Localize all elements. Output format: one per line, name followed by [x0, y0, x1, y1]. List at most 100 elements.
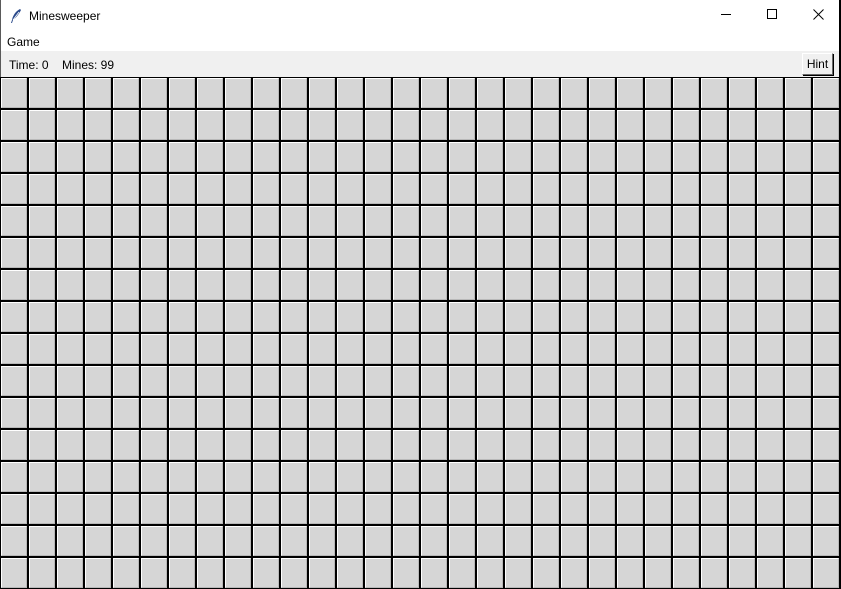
minefield-cell[interactable] — [813, 398, 839, 428]
minefield-cell[interactable] — [813, 110, 839, 140]
minefield-cell[interactable] — [449, 270, 475, 300]
minefield-cell[interactable] — [253, 174, 279, 204]
minefield-cell[interactable] — [645, 174, 671, 204]
minefield-cell[interactable] — [477, 462, 503, 492]
minefield-cell[interactable] — [29, 206, 55, 236]
minefield-cell[interactable] — [813, 494, 839, 524]
minefield-cell[interactable] — [449, 174, 475, 204]
minefield-cell[interactable] — [561, 110, 587, 140]
minefield-cell[interactable] — [309, 302, 335, 332]
minefield-cell[interactable] — [253, 206, 279, 236]
minefield-cell[interactable] — [729, 430, 755, 460]
minefield-cell[interactable] — [169, 334, 195, 364]
minefield-cell[interactable] — [1, 526, 27, 556]
minefield-cell[interactable] — [29, 494, 55, 524]
minefield-cell[interactable] — [505, 174, 531, 204]
minefield-cell[interactable] — [757, 558, 783, 588]
minefield-cell[interactable] — [85, 302, 111, 332]
minefield-cell[interactable] — [477, 142, 503, 172]
minefield-cell[interactable] — [505, 238, 531, 268]
minefield-cell[interactable] — [729, 558, 755, 588]
minefield-cell[interactable] — [365, 494, 391, 524]
minefield-cell[interactable] — [673, 302, 699, 332]
minefield-cell[interactable] — [673, 142, 699, 172]
minefield-cell[interactable] — [505, 270, 531, 300]
minefield-cell[interactable] — [57, 526, 83, 556]
minefield-cell[interactable] — [673, 526, 699, 556]
minefield-cell[interactable] — [785, 270, 811, 300]
minefield-cell[interactable] — [589, 174, 615, 204]
minefield-cell[interactable] — [757, 238, 783, 268]
minefield-cell[interactable] — [645, 238, 671, 268]
minefield-cell[interactable] — [253, 270, 279, 300]
minefield-cell[interactable] — [337, 558, 363, 588]
minefield-cell[interactable] — [225, 206, 251, 236]
minefield-cell[interactable] — [813, 366, 839, 396]
minefield-cell[interactable] — [85, 238, 111, 268]
minefield-cell[interactable] — [645, 334, 671, 364]
minefield-cell[interactable] — [477, 366, 503, 396]
minefield-cell[interactable] — [449, 334, 475, 364]
minefield-cell[interactable] — [337, 206, 363, 236]
minefield-cell[interactable] — [197, 302, 223, 332]
minefield-cell[interactable] — [169, 366, 195, 396]
minefield-cell[interactable] — [29, 334, 55, 364]
minefield-cell[interactable] — [393, 78, 419, 108]
minefield-cell[interactable] — [365, 430, 391, 460]
minefield-cell[interactable] — [141, 398, 167, 428]
minefield-cell[interactable] — [225, 462, 251, 492]
minefield-cell[interactable] — [281, 366, 307, 396]
minefield-cell[interactable] — [645, 302, 671, 332]
minefield-cell[interactable] — [617, 238, 643, 268]
minefield-cell[interactable] — [785, 78, 811, 108]
minefield-cell[interactable] — [1, 206, 27, 236]
minefield-cell[interactable] — [561, 366, 587, 396]
minefield-cell[interactable] — [561, 302, 587, 332]
minefield-cell[interactable] — [393, 526, 419, 556]
minefield-cell[interactable] — [673, 366, 699, 396]
minefield-cell[interactable] — [281, 558, 307, 588]
minefield-cell[interactable] — [113, 526, 139, 556]
minefield-cell[interactable] — [309, 174, 335, 204]
minefield-cell[interactable] — [253, 142, 279, 172]
minefield-cell[interactable] — [29, 142, 55, 172]
minefield-cell[interactable] — [757, 334, 783, 364]
minefield-cell[interactable] — [197, 270, 223, 300]
minefield-cell[interactable] — [365, 110, 391, 140]
minefield-cell[interactable] — [673, 430, 699, 460]
minefield-cell[interactable] — [477, 494, 503, 524]
minefield-cell[interactable] — [477, 334, 503, 364]
minefield-cell[interactable] — [729, 462, 755, 492]
minefield-cell[interactable] — [813, 334, 839, 364]
minefield-cell[interactable] — [393, 302, 419, 332]
minefield-cell[interactable] — [673, 110, 699, 140]
minefield-cell[interactable] — [505, 494, 531, 524]
minefield-cell[interactable] — [729, 238, 755, 268]
minefield-cell[interactable] — [85, 462, 111, 492]
minefield-cell[interactable] — [449, 366, 475, 396]
minefield-cell[interactable] — [169, 174, 195, 204]
minefield-cell[interactable] — [169, 494, 195, 524]
minefield-cell[interactable] — [729, 494, 755, 524]
minefield-cell[interactable] — [281, 430, 307, 460]
minefield-cell[interactable] — [29, 366, 55, 396]
minefield-cell[interactable] — [113, 270, 139, 300]
minefield-cell[interactable] — [393, 462, 419, 492]
minefield-cell[interactable] — [141, 110, 167, 140]
minefield-cell[interactable] — [673, 174, 699, 204]
minefield-cell[interactable] — [421, 238, 447, 268]
minefield-cell[interactable] — [141, 206, 167, 236]
minefield-cell[interactable] — [141, 78, 167, 108]
minefield-cell[interactable] — [589, 398, 615, 428]
minefield-cell[interactable] — [645, 526, 671, 556]
minefield-cell[interactable] — [533, 462, 559, 492]
minefield-cell[interactable] — [589, 270, 615, 300]
minefield-cell[interactable] — [309, 142, 335, 172]
minefield-cell[interactable] — [617, 142, 643, 172]
minefield-cell[interactable] — [253, 526, 279, 556]
minefield-cell[interactable] — [505, 398, 531, 428]
minefield-cell[interactable] — [113, 110, 139, 140]
hint-button[interactable]: Hint — [802, 53, 833, 75]
minefield-cell[interactable] — [113, 142, 139, 172]
minefield-cell[interactable] — [141, 238, 167, 268]
